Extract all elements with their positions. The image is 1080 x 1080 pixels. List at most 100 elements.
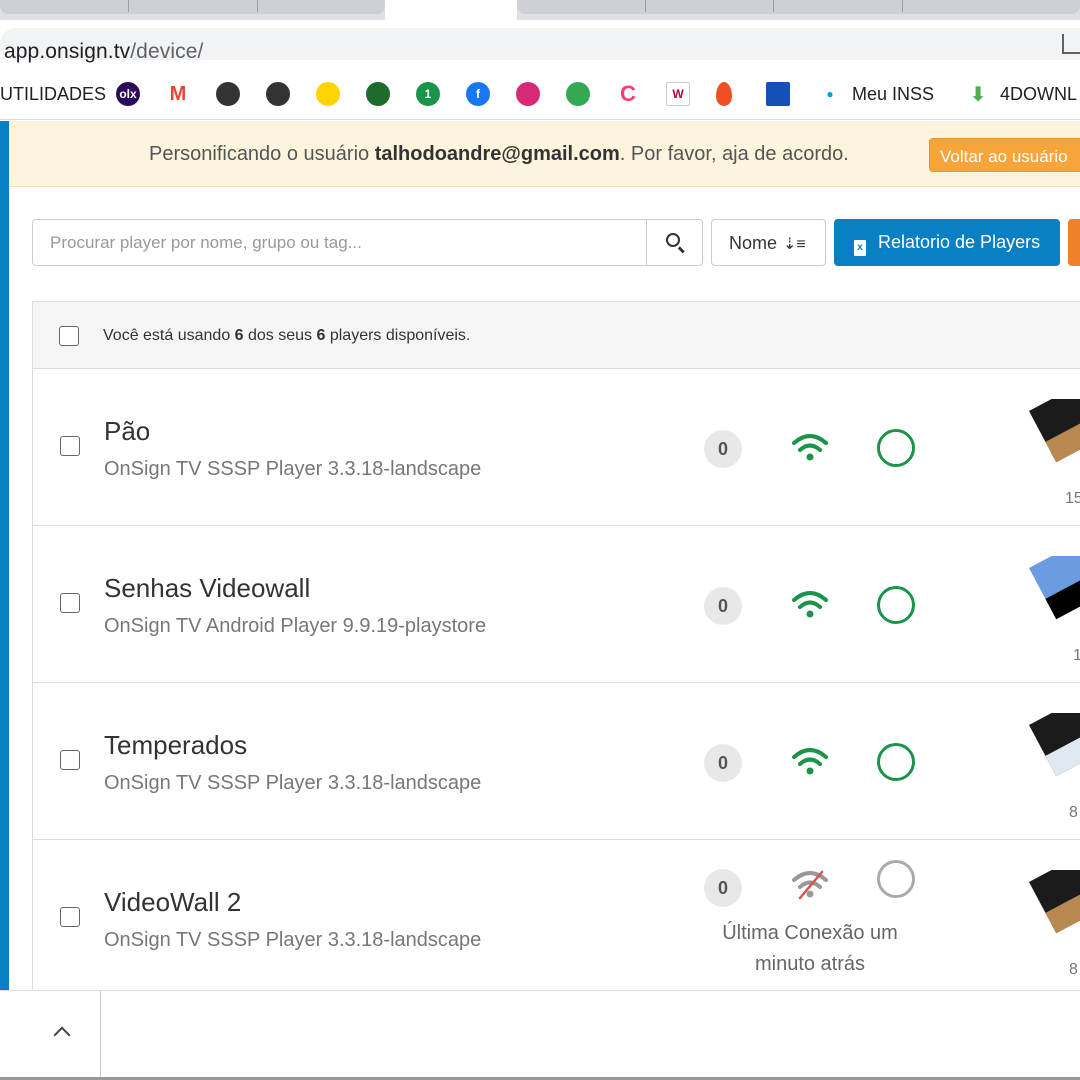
gov-icon [766,82,790,106]
download-icon: ⬇ [969,83,987,106]
bookmark-s[interactable] [316,81,340,107]
content-count-badge: 0 [704,587,742,625]
search-input[interactable] [33,220,647,265]
impersonation-message: Personificando o usuário talhodoandre@gm… [149,143,849,165]
content-count-badge: 0 [704,869,742,907]
tab-separator [645,0,646,12]
tab-separator [773,0,774,12]
search-icon [666,233,680,247]
bookmark-inss[interactable]: ● Meu INSS [818,81,934,107]
content-count-badge: 0 [704,430,742,468]
player-row[interactable]: VideoWall 2 OnSign TV SSSP Player 3.3.18… [33,840,1080,997]
globe-icon [216,82,240,106]
browser-tab[interactable] [517,0,1080,14]
bookmark-label: 4DOWNL [1000,83,1078,104]
player-name[interactable]: VideoWall 2 [104,887,241,918]
playlist-duration: 15 [1065,490,1080,507]
player-version: OnSign TV SSSP Player 3.3.18-landscape [104,772,482,794]
bookmark-crest[interactable] [366,81,390,107]
share-icon[interactable] [1062,34,1080,54]
one-icon: 1 [416,82,440,106]
tab-separator [257,0,258,12]
player-select-checkbox[interactable] [60,593,80,613]
players-report-button[interactable]: x Relatorio de Players [834,219,1060,266]
more-actions-button[interactable] [1068,219,1080,266]
player-thumbnail[interactable] [1019,399,1080,479]
player-select-checkbox[interactable] [60,907,80,927]
sort-by-name-button[interactable]: Nome ⇣≡ [711,219,826,266]
bookmark-globe[interactable] [266,81,290,107]
bookmark-gmail[interactable]: M [166,81,190,107]
player-row[interactable]: Senhas Videowall OnSign TV Android Playe… [33,526,1080,683]
player-name[interactable]: Senhas Videowall [104,573,310,604]
bookmark-drive[interactable] [566,81,590,107]
content-count-badge: 0 [704,744,742,782]
facebook-icon: f [466,82,490,106]
player-thumbnail[interactable] [1019,713,1080,793]
player-name[interactable]: Pão [104,416,150,447]
impersonated-user: talhodoandre@gmail.com [374,143,620,165]
thumbnail-image [1029,556,1080,620]
collapse-button[interactable] [0,991,101,1079]
c-icon: C [620,81,636,106]
browser-tab-active[interactable] [385,0,517,20]
bookmark-olx[interactable]: olx [116,81,140,107]
thumbnail-image [1029,399,1080,463]
instagram-icon [516,82,540,106]
wifi-icon [790,431,830,465]
bookmark-label: Meu INSS [852,83,935,104]
last-connection: Última Conexão um minuto atrás [722,922,898,975]
player-name[interactable]: Temperados [104,730,247,761]
excel-file-icon: x [854,240,866,256]
left-sidebar-rail [0,121,9,990]
bookmark-gov[interactable] [766,81,790,107]
player-select-checkbox[interactable] [60,436,80,456]
wifi-icon [790,588,830,622]
bookmark-instagram[interactable] [516,81,540,107]
bookmark-one[interactable]: 1 [416,81,440,107]
bookmark-download[interactable]: ⬇ 4DOWNL [966,81,1077,107]
tab-separator [902,0,903,12]
player-select-checkbox[interactable] [60,750,80,770]
usage-summary: Você está usando 6 dos seus 6 players di… [103,327,471,344]
player-version: OnSign TV SSSP Player 3.3.18-landscape [104,458,482,480]
bookmark-facebook[interactable]: f [466,81,490,107]
playlist-duration: 1 [1073,647,1080,664]
report-label: Relatorio de Players [878,232,1041,252]
panel-header: Você está usando 6 dos seus 6 players di… [33,302,1080,369]
back-to-user-button[interactable]: Voltar ao usuário [929,138,1080,172]
search-group [32,219,703,266]
status-ring-icon [877,429,915,467]
thumbnail-image [1029,713,1080,777]
olx-icon: olx [116,82,140,106]
chevron-up-icon [53,1026,71,1044]
status-ring-icon [877,860,915,898]
bookmark-fire[interactable] [716,81,732,107]
thumbnail-image [1029,870,1080,934]
player-thumbnail[interactable] [1019,556,1080,636]
impersonation-banner: Personificando o usuário talhodoandre@gm… [9,121,1080,187]
player-row[interactable]: Pão OnSign TV SSSP Player 3.3.18-landsca… [33,369,1080,526]
browser-tab[interactable] [0,0,385,14]
bookmark-folder[interactable]: UTILIDADES [0,81,106,107]
player-thumbnail[interactable] [1019,870,1080,950]
bookmark-label: UTILIDADES [0,83,107,104]
bookmark-globe[interactable] [216,81,240,107]
status-ring-icon [877,586,915,624]
url-field[interactable]: app.onsign.tv/device/ [0,28,1080,63]
drive-icon [566,82,590,106]
bookmark-c[interactable]: C [616,81,640,107]
bookmark-w[interactable]: W [666,81,690,107]
address-bar: app.onsign.tv/device/ [0,20,1080,68]
playlist-duration: 8 [1069,961,1078,978]
player-version: OnSign TV Android Player 9.9.19-playstor… [104,615,487,637]
players-panel: Você está usando 6 dos seus 6 players di… [32,301,1080,997]
bottom-bar [0,990,1080,1080]
url-text: app.onsign.tv/device/ [4,40,204,63]
player-row[interactable]: Temperados OnSign TV SSSP Player 3.3.18-… [33,683,1080,840]
search-button[interactable] [646,220,702,265]
wifi-off-icon [790,868,830,902]
select-all-checkbox[interactable] [59,326,79,346]
wifi-icon [790,745,830,779]
s-icon [316,82,340,106]
